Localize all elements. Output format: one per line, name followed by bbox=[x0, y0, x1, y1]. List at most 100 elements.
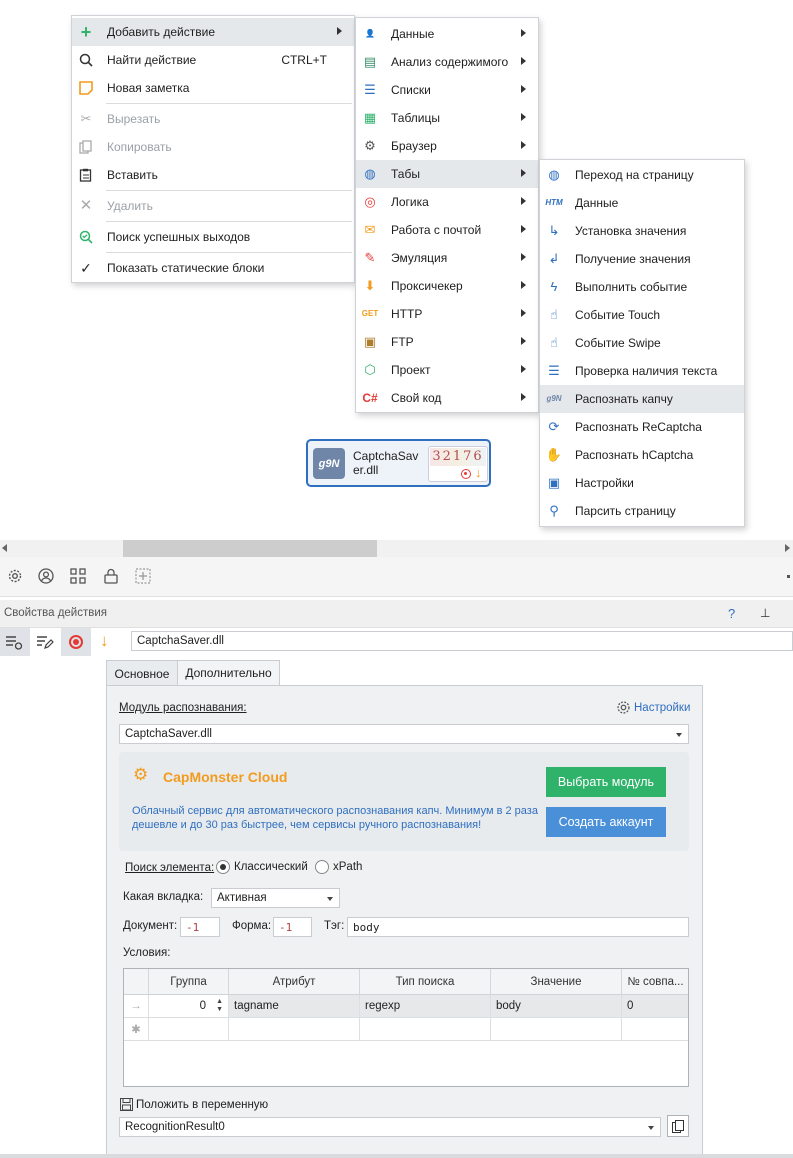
submenu-item-gear[interactable]: ⚙ Браузер bbox=[356, 132, 538, 160]
conditions-table[interactable]: Группа Атрибут Тип поиска Значение № сов… bbox=[123, 968, 689, 1087]
tab-basic[interactable]: Основное bbox=[106, 660, 178, 686]
properties-edit-icon[interactable] bbox=[30, 628, 60, 656]
help-button[interactable]: ? bbox=[728, 606, 735, 621]
tab-additional[interactable]: Дополнительно bbox=[178, 660, 280, 686]
new-row-cell[interactable] bbox=[360, 1018, 491, 1041]
submenu-item-list[interactable]: ☰ Списки bbox=[356, 76, 538, 104]
submenu-tabs-item-html[interactable]: HTM Данные bbox=[540, 189, 744, 217]
lock-icon[interactable] bbox=[102, 567, 120, 585]
submenu-tabs-item-hcaptcha[interactable]: ✋ Распознать hCaptcha bbox=[540, 441, 744, 469]
paste-icon bbox=[78, 167, 94, 183]
column-header-attribute[interactable]: Атрибут bbox=[229, 969, 360, 995]
submenu-tabs-item-label: Проверка наличия текста bbox=[575, 364, 718, 378]
column-header-group[interactable]: Группа bbox=[149, 969, 229, 995]
submenu-tabs-item-globe[interactable]: ◍ Переход на страницу bbox=[540, 161, 744, 189]
tab-select[interactable]: Активная bbox=[211, 888, 340, 908]
globe-icon: ◍ bbox=[548, 167, 560, 182]
variable-copy-button[interactable] bbox=[667, 1115, 689, 1137]
menu-item-show-static-blocks[interactable]: ✓ Показать статические блоки bbox=[72, 254, 354, 282]
submenu-item-table[interactable]: ▦ Таблицы bbox=[356, 104, 538, 132]
submenu-item-http[interactable]: GET HTTP bbox=[356, 300, 538, 328]
table-cell-group[interactable]: 0 ▲ ▼ bbox=[149, 995, 229, 1018]
submenu-item-data[interactable]: 👤 Данные bbox=[356, 20, 538, 48]
submenu-tabs-item-search[interactable]: ⚲ Парсить страницу bbox=[540, 497, 744, 525]
action-name-input[interactable]: CaptchaSaver.dll bbox=[131, 631, 793, 651]
submenu-item-globe[interactable]: ◍ Табы bbox=[356, 160, 538, 188]
radio-xpath[interactable]: xPath bbox=[315, 860, 362, 874]
submenu-item-ftp[interactable]: ▣ FTP bbox=[356, 328, 538, 356]
menu-item-find-success-outputs[interactable]: Поиск успешных выходов bbox=[72, 223, 354, 251]
search-icon bbox=[78, 52, 94, 68]
submenu-item-emulation[interactable]: ✎ Эмуляция bbox=[356, 244, 538, 272]
variable-select[interactable]: RecognitionResult0 bbox=[119, 1117, 661, 1137]
arrow-down-icon[interactable]: ↓ bbox=[100, 631, 109, 651]
menu-item-find-action[interactable]: Найти действие CTRL+T bbox=[72, 46, 354, 74]
module-select[interactable]: CaptchaSaver.dll bbox=[119, 724, 689, 744]
menu-item-delete[interactable]: ✕ Удалить bbox=[72, 192, 354, 220]
choose-module-button[interactable]: Выбрать модуль bbox=[546, 767, 666, 797]
new-row-cell[interactable] bbox=[622, 1018, 688, 1041]
table-cell-search-type[interactable]: regexp bbox=[360, 995, 491, 1018]
new-row-cell[interactable] bbox=[149, 1018, 229, 1041]
submenu-tabs-item-set-value[interactable]: ↳ Установка значения bbox=[540, 217, 744, 245]
table-cell-attribute[interactable]: tagname bbox=[229, 995, 360, 1018]
menu-item-paste[interactable]: Вставить bbox=[72, 161, 354, 189]
grid-icon[interactable] bbox=[69, 567, 87, 585]
column-header-search-type[interactable]: Тип поиска bbox=[360, 969, 491, 995]
gear-icon[interactable] bbox=[6, 567, 24, 585]
submenu-item-csharp[interactable]: C# Свой код bbox=[356, 384, 538, 412]
submenu-tabs-item-text-check[interactable]: ☰ Проверка наличия текста bbox=[540, 357, 744, 385]
table-cell-value[interactable]: body bbox=[491, 995, 622, 1018]
menu-item-copy[interactable]: Копировать bbox=[72, 133, 354, 161]
scissors-icon: ✂ bbox=[80, 111, 92, 126]
module-label: Модуль распознавания: bbox=[119, 702, 247, 714]
menu-item-add-action[interactable]: + Добавить действие bbox=[72, 18, 354, 46]
horizontal-scrollbar[interactable] bbox=[0, 540, 793, 557]
ftp-icon: ▣ bbox=[363, 334, 377, 349]
new-row-cell[interactable] bbox=[491, 1018, 622, 1041]
settings-link[interactable]: Настройки bbox=[616, 700, 690, 715]
action-node[interactable]: g9N CaptchaSaver.dll 32176 ↓ bbox=[306, 439, 491, 487]
submenu-tabs-item-get-value[interactable]: ↲ Получение значения bbox=[540, 245, 744, 273]
user-icon[interactable] bbox=[37, 567, 55, 585]
submenu-tabs-item-captcha[interactable]: g9N Распознать капчу bbox=[540, 385, 744, 413]
spin-icon[interactable]: ▲ ▼ bbox=[216, 998, 223, 1014]
document-input[interactable]: -1 bbox=[180, 917, 220, 937]
record-button[interactable] bbox=[61, 628, 91, 656]
add-frame-icon[interactable] bbox=[134, 567, 152, 585]
new-row-cell[interactable] bbox=[229, 1018, 360, 1041]
submenu-tabs-item-swipe[interactable]: ☝ Событие Swipe bbox=[540, 329, 744, 357]
column-header-match[interactable]: № совпа... bbox=[622, 969, 688, 995]
menu-separator bbox=[106, 103, 352, 104]
gear-icon bbox=[617, 701, 630, 714]
submenu-arrow-icon bbox=[521, 365, 526, 373]
properties-list-icon[interactable] bbox=[0, 628, 30, 656]
scroll-left-arrow[interactable] bbox=[2, 544, 7, 552]
gear-icon: ⚙ bbox=[364, 138, 376, 153]
scroll-right-arrow[interactable] bbox=[785, 544, 790, 552]
create-account-button[interactable]: Создать аккаунт bbox=[546, 807, 666, 837]
properties-left-tools: ↓ bbox=[0, 628, 125, 658]
submenu-tabs-item-touch[interactable]: ☝ Событие Touch bbox=[540, 301, 744, 329]
submenu-tabs-item-event[interactable]: ϟ Выполнить событие bbox=[540, 273, 744, 301]
scrollbar-thumb[interactable] bbox=[123, 540, 377, 557]
submenu-item-label: Эмуляция bbox=[391, 251, 448, 265]
column-header-value[interactable]: Значение bbox=[491, 969, 622, 995]
submenu-tabs-item-settings-window[interactable]: ▣ Настройки bbox=[540, 469, 744, 497]
submenu-item-proxy-checker[interactable]: ⬇ Проксичекер bbox=[356, 272, 538, 300]
submenu-item-content-analysis[interactable]: ▤ Анализ содержимого bbox=[356, 48, 538, 76]
submenu-tabs-item-recaptcha[interactable]: ⟳ Распознать ReCaptcha bbox=[540, 413, 744, 441]
menu-item-new-note[interactable]: Новая заметка bbox=[72, 74, 354, 102]
tag-input[interactable]: body bbox=[347, 917, 689, 937]
radio-classic[interactable]: Классический bbox=[216, 860, 308, 874]
menu-item-cut[interactable]: ✂ Вырезать bbox=[72, 105, 354, 133]
submenu-item-project[interactable]: ⬡ Проект bbox=[356, 356, 538, 384]
pin-button[interactable]: ⊥ bbox=[760, 606, 770, 620]
table-cell-match[interactable]: 0 bbox=[622, 995, 688, 1018]
tab-select-label: Какая вкладка: bbox=[123, 891, 204, 903]
submenu-item-logic[interactable]: ◎ Логика bbox=[356, 188, 538, 216]
set-value-icon: ↳ bbox=[548, 223, 560, 238]
submenu-item-mail[interactable]: ✉ Работа с почтой bbox=[356, 216, 538, 244]
project-canvas[interactable]: + Добавить действие Найти действие CTRL+… bbox=[0, 0, 793, 540]
form-input[interactable]: -1 bbox=[273, 917, 312, 937]
